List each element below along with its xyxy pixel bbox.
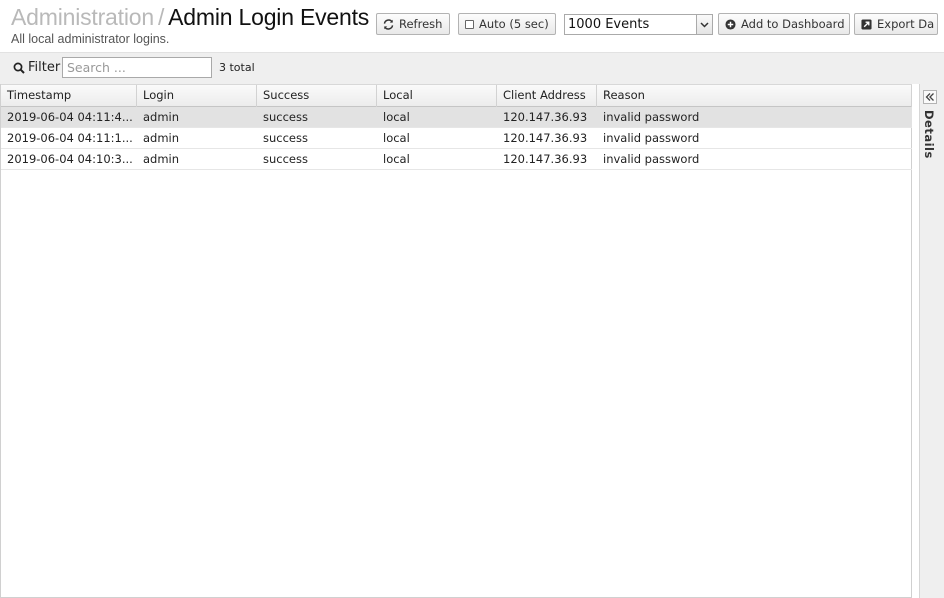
- cell-success: success: [263, 152, 308, 166]
- add-to-dashboard-button[interactable]: Add to Dashboard: [718, 13, 850, 35]
- cell-login: admin: [143, 110, 180, 124]
- filter-label: Filter: [13, 60, 60, 75]
- cell-timestamp: 2019-06-04 04:11:1...: [7, 131, 133, 145]
- total-count: 3 total: [219, 61, 255, 74]
- breadcrumb-separator: /: [157, 4, 165, 30]
- cell-login: admin: [143, 152, 180, 166]
- breadcrumb: Administration / Admin Login Events: [11, 4, 369, 31]
- filter-bar: Filter 3 total: [0, 52, 944, 84]
- breadcrumb-parent[interactable]: Administration: [11, 4, 154, 30]
- page-subtitle: All local administrator logins.: [11, 32, 170, 46]
- details-panel: Details: [919, 84, 944, 598]
- column-header-login[interactable]: Login: [137, 85, 257, 107]
- auto-refresh-label: Auto (5 sec): [479, 17, 549, 31]
- refresh-button[interactable]: Refresh: [376, 13, 450, 35]
- refresh-icon: [383, 18, 394, 30]
- export-label: Export Da: [877, 17, 935, 31]
- auto-refresh-checkbox[interactable]: [465, 19, 474, 29]
- cell-success: success: [263, 110, 308, 124]
- cell-reason: invalid password: [603, 110, 700, 124]
- column-header-local[interactable]: Local: [377, 85, 497, 107]
- cell-local: local: [383, 131, 410, 145]
- cell-login: admin: [143, 131, 180, 145]
- cell-client-address: 120.147.36.93: [503, 110, 588, 124]
- filter-label-text: Filter: [28, 60, 61, 75]
- auto-refresh-toggle[interactable]: Auto (5 sec): [458, 13, 556, 35]
- external-link-icon: [861, 18, 872, 30]
- column-header-timestamp[interactable]: Timestamp: [1, 85, 137, 107]
- event-count-select[interactable]: 1000 Events: [564, 14, 713, 35]
- export-button[interactable]: Export Da: [854, 13, 938, 35]
- refresh-label: Refresh: [399, 17, 443, 31]
- add-to-dashboard-label: Add to Dashboard: [741, 17, 845, 31]
- table-row[interactable]: 2019-06-04 04:10:3... admin success loca…: [1, 149, 912, 170]
- details-panel-label[interactable]: Details: [922, 110, 936, 159]
- cell-timestamp: 2019-06-04 04:11:4...: [7, 110, 133, 124]
- event-count-value: 1000 Events: [568, 17, 650, 32]
- column-header-client-address[interactable]: Client Address: [497, 85, 597, 107]
- column-header-success[interactable]: Success: [257, 85, 377, 107]
- table-row[interactable]: 2019-06-04 04:11:4... admin success loca…: [1, 107, 912, 128]
- events-table: Timestamp Login Success Local Client Add…: [0, 84, 912, 598]
- cell-client-address: 120.147.36.93: [503, 131, 588, 145]
- page-header: Administration / Admin Login Events All lo…: [0, 0, 944, 52]
- column-header-reason[interactable]: Reason: [597, 85, 912, 107]
- search-icon: [13, 62, 25, 74]
- cell-reason: invalid password: [603, 131, 700, 145]
- page-title: Admin Login Events: [168, 4, 370, 30]
- search-input[interactable]: [62, 57, 212, 78]
- cell-local: local: [383, 110, 410, 124]
- double-chevron-left-icon[interactable]: [923, 90, 937, 104]
- cell-local: local: [383, 152, 410, 166]
- cell-timestamp: 2019-06-04 04:10:3...: [7, 152, 133, 166]
- cell-client-address: 120.147.36.93: [503, 152, 588, 166]
- cell-reason: invalid password: [603, 152, 700, 166]
- table-header: Timestamp Login Success Local Client Add…: [1, 84, 912, 107]
- plus-circle-icon: [725, 18, 736, 30]
- cell-success: success: [263, 131, 308, 145]
- chevron-down-icon[interactable]: [696, 15, 712, 34]
- table-row[interactable]: 2019-06-04 04:11:1... admin success loca…: [1, 128, 912, 149]
